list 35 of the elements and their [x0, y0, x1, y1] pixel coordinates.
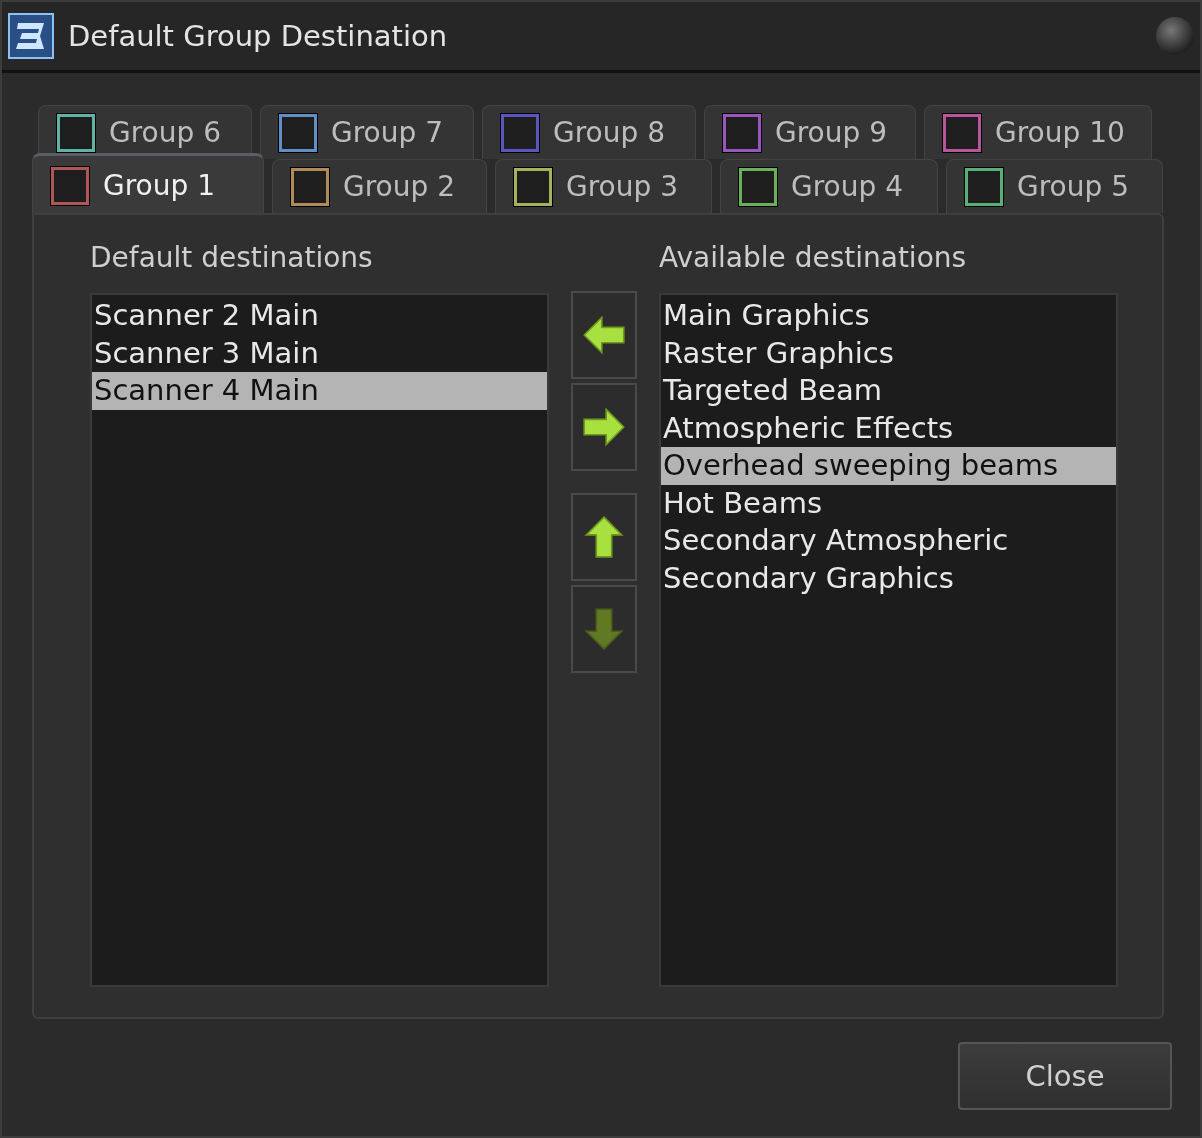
list-heading: Available destinations	[659, 240, 968, 276]
destination-list[interactable]: Scanner 2 Main Scanner 3 Main Scanner 4 Main	[90, 293, 549, 987]
arrow-down-icon	[582, 607, 626, 651]
group-tab[interactable]: Group 7	[260, 105, 474, 159]
group-tab[interactable]: Group 10	[924, 105, 1152, 159]
list-item[interactable]: Main Graphics	[661, 297, 1116, 335]
list-item[interactable]: Scanner 3 Main	[92, 334, 547, 372]
destination-list[interactable]: Main Graphics Raster Graphics Targeted Beam Atmospheric Effects Overhead sweeping beams Hot Beams Secondary Atmospheric Secondary Graphics	[659, 293, 1118, 987]
window-orb-icon[interactable]	[1156, 17, 1194, 55]
move-right-button[interactable]	[571, 383, 637, 471]
list-item[interactable]: Secondary Graphics	[661, 559, 1116, 597]
list-heading: Default destinations	[90, 240, 374, 276]
close-button[interactable]: Close	[958, 1042, 1172, 1110]
group-tab[interactable]: Group 5	[946, 159, 1163, 213]
arrow-right-icon	[582, 405, 626, 449]
group-tab[interactable]: Group 3	[495, 159, 712, 213]
move-up-button[interactable]	[571, 493, 637, 581]
window-title: Default Group Destination	[68, 19, 449, 53]
list-item[interactable]: Scanner 4 Main	[92, 372, 547, 410]
group-tab[interactable]: Group 8	[482, 105, 696, 159]
list-item[interactable]: Targeted Beam	[661, 372, 1116, 410]
list-item[interactable]: Hot Beams	[661, 484, 1116, 522]
list-item[interactable]: Raster Graphics	[661, 334, 1116, 372]
list-item[interactable]: Overhead sweeping beams	[661, 447, 1116, 485]
list-item[interactable]: Atmospheric Effects	[661, 409, 1116, 447]
arrow-left-icon	[582, 313, 626, 357]
group-tab[interactable]: Group 2	[272, 159, 487, 213]
arrow-up-icon	[582, 515, 626, 559]
group-tab[interactable]: Group 9	[704, 105, 916, 159]
group-tab[interactable]: Group 4	[720, 159, 938, 213]
list-item[interactable]: Scanner 2 Main	[92, 297, 547, 335]
list-item[interactable]: Secondary Atmospheric	[661, 522, 1116, 560]
group-tab[interactable]: Group 1	[32, 153, 264, 215]
move-left-button[interactable]	[571, 291, 637, 379]
app-logo-icon	[8, 13, 54, 59]
